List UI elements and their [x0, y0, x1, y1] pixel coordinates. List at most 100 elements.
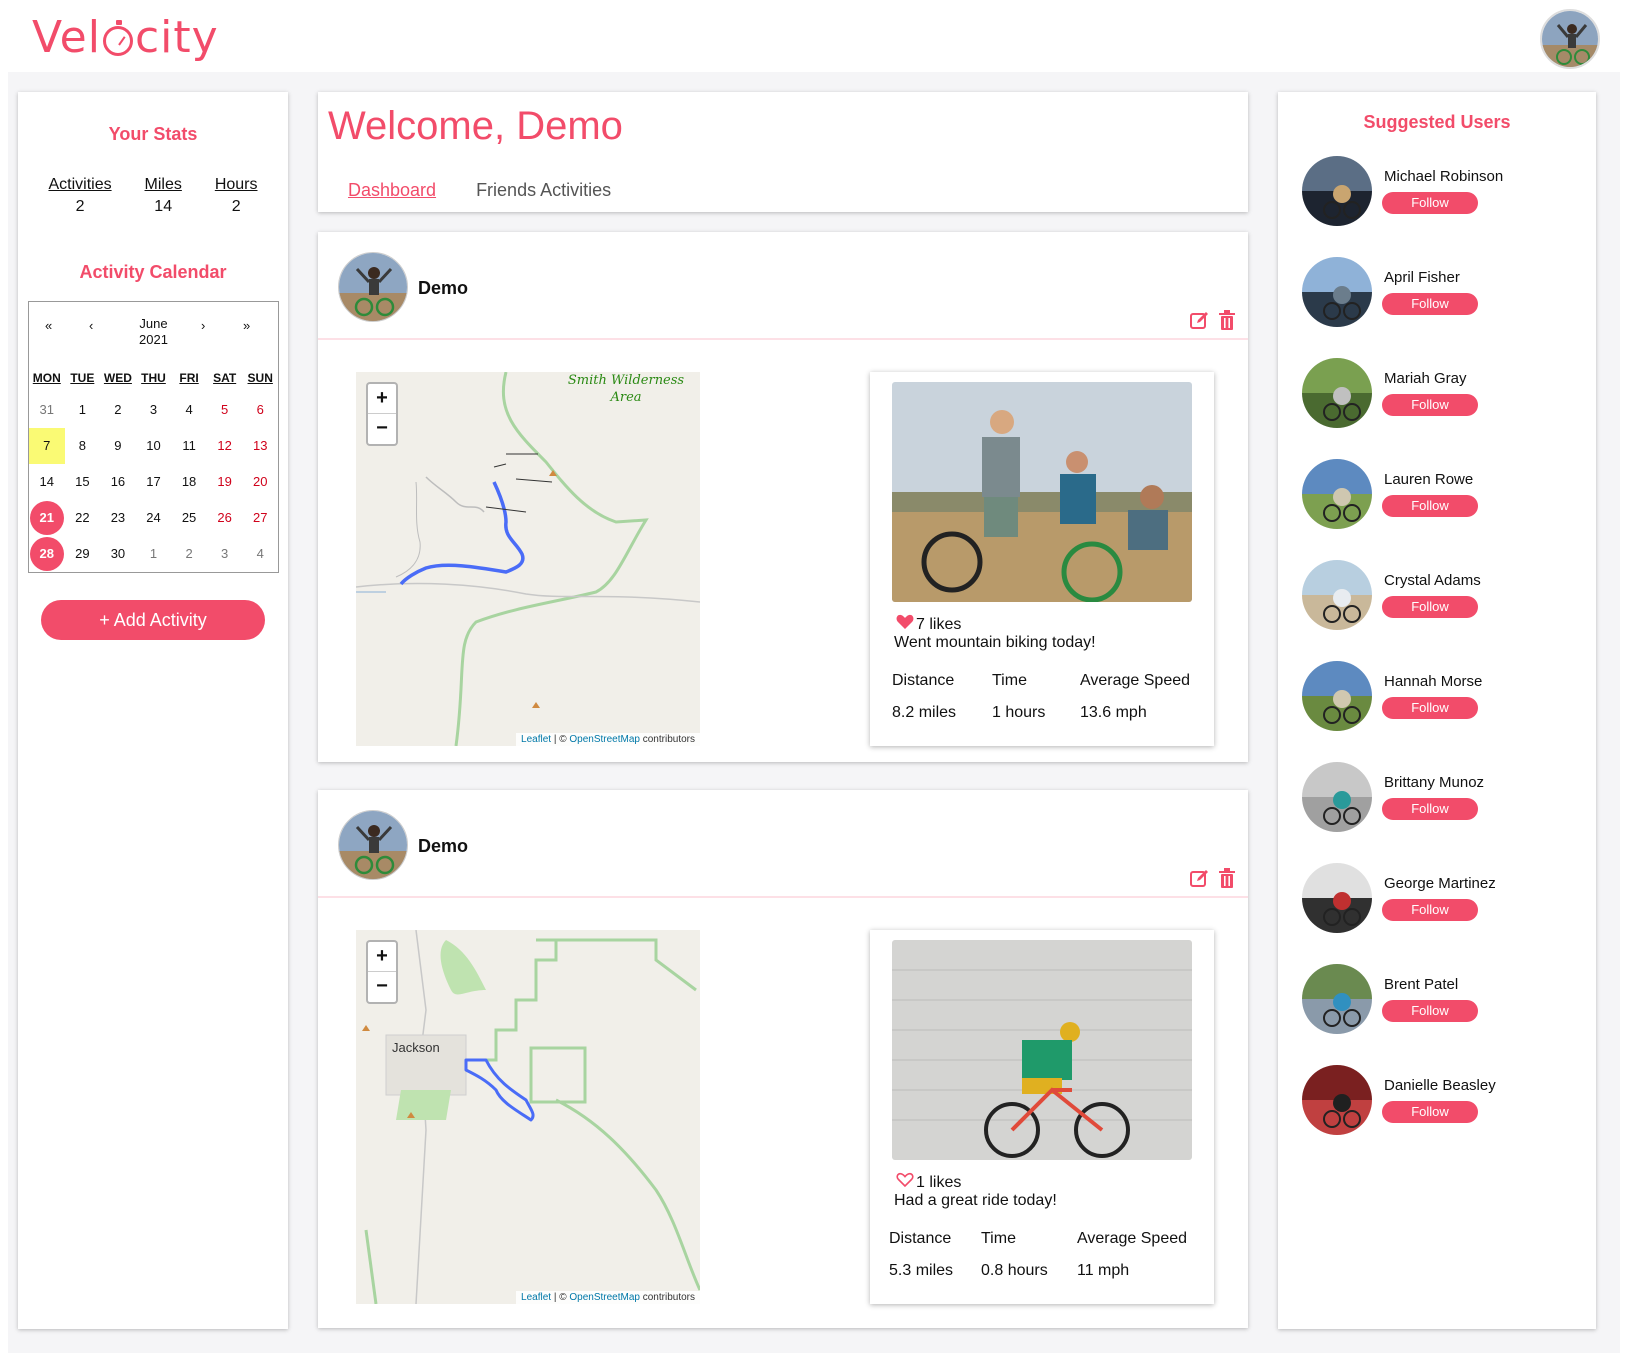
- calendar-day[interactable]: 9: [100, 428, 136, 464]
- leaflet-link[interactable]: Leaflet: [521, 734, 551, 745]
- osm-link[interactable]: OpenStreetMap: [569, 734, 640, 745]
- suggested-user-name[interactable]: George Martinez: [1384, 875, 1496, 892]
- suggested-user-name[interactable]: Crystal Adams: [1384, 572, 1481, 589]
- suggested-user-name[interactable]: April Fisher: [1384, 269, 1460, 286]
- calendar-day[interactable]: 10: [136, 428, 172, 464]
- stat-activities[interactable]: Activities 2: [48, 176, 111, 216]
- zoom-in-button[interactable]: +: [368, 942, 396, 972]
- suggested-user-avatar[interactable]: [1302, 257, 1372, 327]
- calendar-day[interactable]: 28: [29, 536, 65, 572]
- calendar-day[interactable]: 1: [65, 392, 101, 428]
- leaflet-link[interactable]: Leaflet: [521, 1292, 551, 1303]
- follow-button[interactable]: Follow: [1382, 293, 1478, 315]
- velocity-logo[interactable]: Vel city: [32, 12, 219, 63]
- calendar-day[interactable]: 15: [65, 464, 101, 500]
- calendar-day[interactable]: 22: [65, 500, 101, 536]
- suggested-user-avatar[interactable]: [1302, 358, 1372, 428]
- delete-icon[interactable]: [1218, 310, 1236, 335]
- heart-filled-icon[interactable]: [896, 614, 914, 635]
- calendar-day[interactable]: 21: [29, 500, 65, 536]
- calendar-month-label[interactable]: June 2021: [29, 316, 278, 348]
- suggested-user-avatar[interactable]: [1302, 459, 1372, 529]
- zoom-out-button[interactable]: −: [368, 414, 396, 444]
- zoom-in-button[interactable]: +: [368, 384, 396, 414]
- calendar-day[interactable]: 26: [207, 500, 243, 536]
- calendar-day[interactable]: 1: [136, 536, 172, 572]
- follow-button[interactable]: Follow: [1382, 596, 1478, 618]
- next-year-button[interactable]: »: [243, 318, 250, 333]
- suggested-user-avatar[interactable]: [1302, 661, 1372, 731]
- calendar-day[interactable]: 16: [100, 464, 136, 500]
- route-map[interactable]: Smith Wilderness Area + − Leaflet | © Op…: [356, 372, 700, 746]
- follow-button[interactable]: Follow: [1382, 1101, 1478, 1123]
- calendar-day[interactable]: 11: [171, 428, 207, 464]
- follow-button[interactable]: Follow: [1382, 495, 1478, 517]
- zoom-out-button[interactable]: −: [368, 972, 396, 1002]
- calendar-day[interactable]: 3: [207, 536, 243, 572]
- stat-miles[interactable]: Miles 14: [145, 176, 182, 216]
- activity-username[interactable]: Demo: [418, 836, 468, 857]
- follow-button[interactable]: Follow: [1382, 192, 1478, 214]
- suggested-user-avatar[interactable]: [1302, 964, 1372, 1034]
- activity-avatar[interactable]: [338, 252, 408, 322]
- suggested-user-name[interactable]: Hannah Morse: [1384, 673, 1482, 690]
- calendar-day[interactable]: 19: [207, 464, 243, 500]
- heart-outline-icon[interactable]: [896, 1172, 914, 1193]
- suggested-user-name[interactable]: Michael Robinson: [1384, 168, 1503, 185]
- follow-button[interactable]: Follow: [1382, 798, 1478, 820]
- suggested-user-name[interactable]: Brittany Munoz: [1384, 774, 1484, 791]
- calendar-day[interactable]: 24: [136, 500, 172, 536]
- suggested-user-name[interactable]: Danielle Beasley: [1384, 1077, 1496, 1094]
- route-map[interactable]: Jackson + − Leaflet | © OpenStreetMap co…: [356, 930, 700, 1304]
- edit-icon[interactable]: [1190, 868, 1210, 893]
- stat-hours[interactable]: Hours 2: [215, 176, 258, 216]
- calendar-day[interactable]: 7: [29, 428, 65, 464]
- calendar-day[interactable]: 2: [171, 536, 207, 572]
- calendar-day[interactable]: 8: [65, 428, 101, 464]
- delete-icon[interactable]: [1218, 868, 1236, 893]
- suggested-user-avatar[interactable]: [1302, 156, 1372, 226]
- suggested-user: Hannah Morse Follow: [1302, 661, 1582, 733]
- calendar-month: June: [139, 316, 168, 331]
- osm-link[interactable]: OpenStreetMap: [569, 1292, 640, 1303]
- calendar-day[interactable]: 4: [242, 536, 278, 572]
- calendar-day[interactable]: 2: [100, 392, 136, 428]
- calendar-day[interactable]: 23: [100, 500, 136, 536]
- logo-text-start: Vel: [32, 12, 101, 63]
- follow-button[interactable]: Follow: [1382, 697, 1478, 719]
- calendar-day[interactable]: 17: [136, 464, 172, 500]
- follow-button[interactable]: Follow: [1382, 1000, 1478, 1022]
- follow-button[interactable]: Follow: [1382, 394, 1478, 416]
- activity-username[interactable]: Demo: [418, 278, 468, 299]
- suggested-user-name[interactable]: Lauren Rowe: [1384, 471, 1473, 488]
- suggested-user-name[interactable]: Mariah Gray: [1384, 370, 1467, 387]
- add-activity-button[interactable]: + Add Activity: [41, 600, 265, 640]
- suggested-user-avatar[interactable]: [1302, 762, 1372, 832]
- activity-avatar[interactable]: [338, 810, 408, 880]
- suggested-user-avatar[interactable]: [1302, 560, 1372, 630]
- suggested-user-name[interactable]: Brent Patel: [1384, 976, 1458, 993]
- edit-icon[interactable]: [1190, 310, 1210, 335]
- calendar-day[interactable]: 6: [242, 392, 278, 428]
- tab-friends-activities[interactable]: Friends Activities: [476, 180, 611, 201]
- calendar-day[interactable]: 3: [136, 392, 172, 428]
- calendar-day[interactable]: 4: [171, 392, 207, 428]
- next-month-button[interactable]: ›: [201, 318, 205, 333]
- calendar-day[interactable]: 18: [171, 464, 207, 500]
- activity-actions: [1190, 310, 1236, 335]
- follow-button[interactable]: Follow: [1382, 899, 1478, 921]
- suggested-user-avatar[interactable]: [1302, 1065, 1372, 1135]
- calendar-day[interactable]: 12: [207, 428, 243, 464]
- calendar-day[interactable]: 31: [29, 392, 65, 428]
- tab-dashboard[interactable]: Dashboard: [348, 180, 436, 201]
- calendar-day[interactable]: 13: [242, 428, 278, 464]
- calendar-day[interactable]: 27: [242, 500, 278, 536]
- calendar-day[interactable]: 20: [242, 464, 278, 500]
- calendar-day[interactable]: 30: [100, 536, 136, 572]
- user-avatar[interactable]: [1540, 9, 1600, 69]
- calendar-day[interactable]: 25: [171, 500, 207, 536]
- suggested-user-avatar[interactable]: [1302, 863, 1372, 933]
- calendar-day[interactable]: 14: [29, 464, 65, 500]
- calendar-day[interactable]: 29: [65, 536, 101, 572]
- calendar-day[interactable]: 5: [207, 392, 243, 428]
